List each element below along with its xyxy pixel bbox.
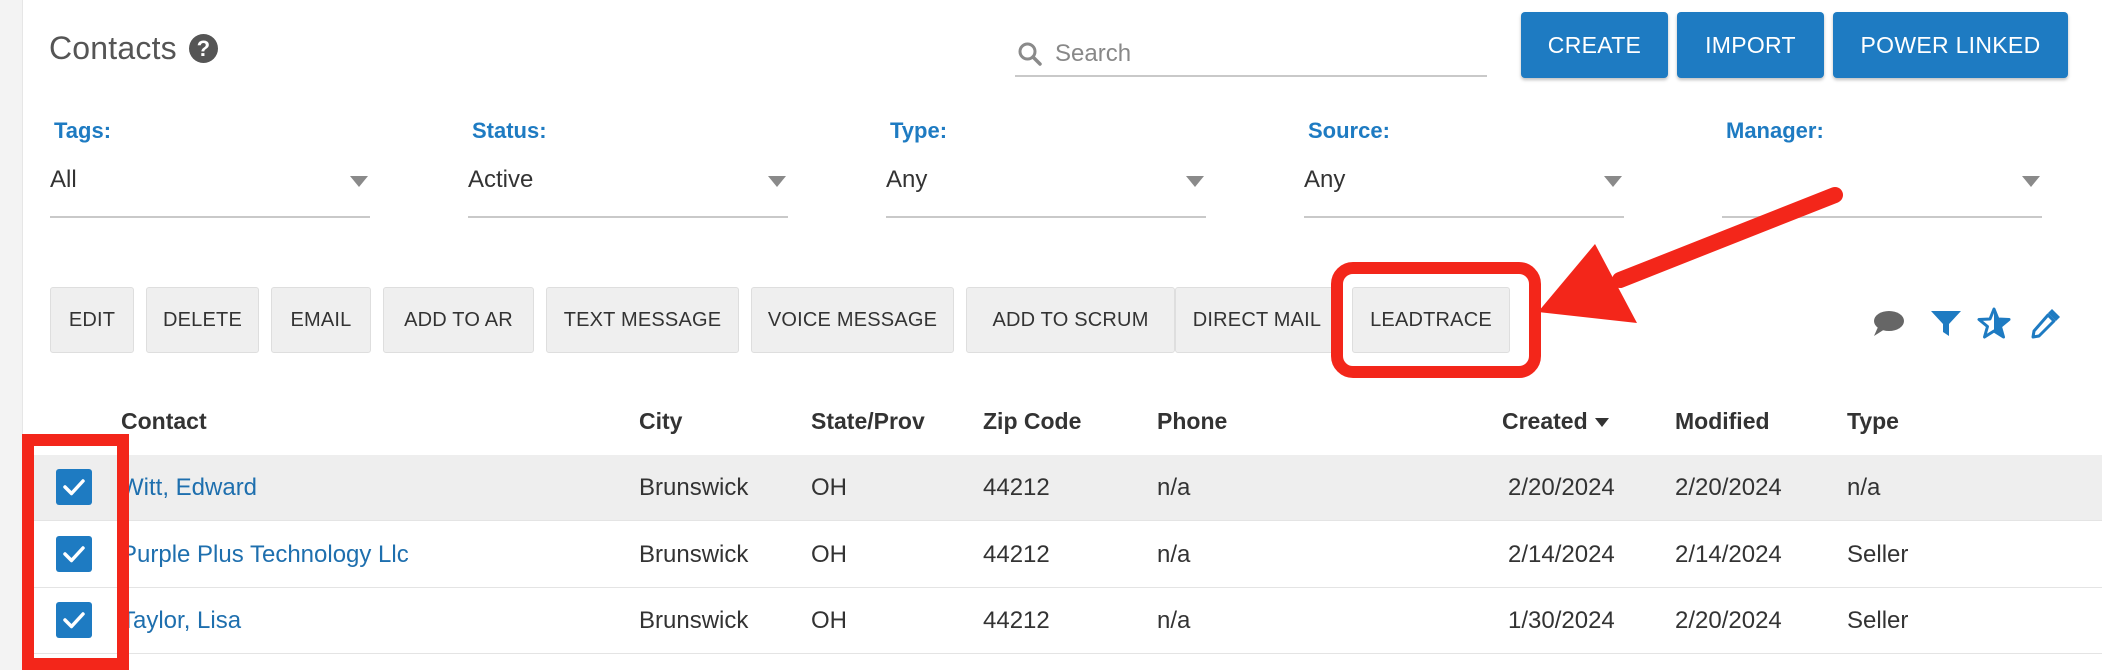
city-cell: Brunswick [639, 474, 749, 501]
column-header-label: Created [1502, 408, 1588, 434]
column-header-modified[interactable]: Modified [1675, 408, 1770, 435]
page-title: Contacts [49, 30, 177, 66]
filter-value: Any [886, 166, 928, 193]
create-button[interactable]: CREATE [1521, 12, 1668, 78]
filter-label: Manager: [1726, 118, 1824, 143]
star-icon[interactable] [1976, 305, 2012, 341]
direct-mail-button[interactable]: DIRECT MAIL [1175, 287, 1339, 353]
search-box [1015, 33, 1487, 77]
column-header-zip[interactable]: Zip Code [983, 408, 1081, 435]
type-cell: n/a [1847, 474, 1881, 501]
phone-cell: n/a [1157, 474, 1191, 501]
column-header-created[interactable]: Created [1502, 408, 1609, 435]
add-to-scrum-button[interactable]: ADD TO SCRUM [966, 287, 1175, 353]
import-button[interactable]: IMPORT [1677, 12, 1824, 78]
help-icon[interactable]: ? [188, 34, 218, 63]
state-cell: OH [811, 474, 847, 501]
type-cell: Seller [1847, 607, 1909, 634]
chat-bubble-icon[interactable] [1870, 305, 1906, 341]
caret-down-icon [2022, 176, 2040, 187]
column-header-contact[interactable]: Contact [121, 408, 207, 435]
email-button[interactable]: EMAIL [271, 287, 371, 353]
zip-cell: 44212 [983, 474, 1050, 501]
search-input[interactable] [1055, 40, 1475, 68]
zip-cell: 44212 [983, 607, 1050, 634]
filter-label: Status: [472, 118, 547, 143]
voice-message-button[interactable]: VOICE MESSAGE [751, 287, 954, 353]
contact-link[interactable]: Taylor, Lisa [121, 607, 241, 635]
type-cell: Seller [1847, 541, 1909, 568]
delete-button[interactable]: DELETE [146, 287, 259, 353]
add-to-ar-button[interactable]: ADD TO AR [383, 287, 534, 353]
status-select[interactable]: Active [468, 166, 788, 218]
filter-value: Active [468, 166, 534, 193]
sort-descending-icon [1594, 418, 1609, 428]
text-message-button[interactable]: TEXT MESSAGE [546, 287, 739, 353]
power-linked-button[interactable]: POWER LINKED [1833, 12, 2068, 78]
filter-status: Status: Active [468, 118, 788, 218]
modified-cell: 2/20/2024 [1675, 607, 1782, 634]
column-header-type[interactable]: Type [1847, 408, 1899, 435]
state-cell: OH [811, 541, 847, 568]
modified-cell: 2/14/2024 [1675, 541, 1782, 568]
column-header-city[interactable]: City [639, 408, 682, 435]
filter-label: Type: [890, 118, 948, 143]
modified-cell: 2/20/2024 [1675, 474, 1782, 501]
edit-button[interactable]: EDIT [50, 287, 134, 353]
phone-cell: n/a [1157, 607, 1191, 634]
filter-icon[interactable] [1928, 305, 1964, 341]
city-cell: Brunswick [639, 607, 749, 634]
eyedropper-icon[interactable] [2028, 305, 2064, 341]
filter-tags: Tags: All [50, 118, 370, 218]
filter-type: Type: Any [886, 118, 1206, 218]
annotation-arrow-icon [1538, 187, 1843, 323]
caret-down-icon [350, 176, 368, 187]
state-cell: OH [811, 607, 847, 634]
contact-link[interactable]: Witt, Edward [121, 474, 257, 502]
city-cell: Brunswick [639, 541, 749, 568]
column-header-phone[interactable]: Phone [1157, 408, 1227, 435]
contact-link[interactable]: Purple Plus Technology Llc [121, 541, 409, 569]
table-row[interactable]: Witt, Edward Brunswick OH 44212 n/a 2/20… [22, 455, 2102, 521]
created-cell: 2/20/2024 [1508, 474, 1615, 501]
type-select[interactable]: Any [886, 166, 1206, 218]
filter-label: Tags: [54, 118, 112, 143]
table-row[interactable]: Taylor, Lisa Brunswick OH 44212 n/a 1/30… [22, 588, 2102, 654]
filter-value: All [50, 166, 77, 193]
zip-cell: 44212 [983, 541, 1050, 568]
table-row[interactable]: Purple Plus Technology Llc Brunswick OH … [22, 522, 2102, 588]
leadtrace-highlight-box [1331, 262, 1541, 378]
phone-cell: n/a [1157, 541, 1191, 568]
checkbox-highlight-box [22, 434, 129, 670]
page-header: Contacts ? [49, 30, 218, 67]
column-header-state[interactable]: State/Prov [811, 408, 925, 435]
filter-value: Any [1304, 166, 1346, 193]
caret-down-icon [768, 176, 786, 187]
tags-select[interactable]: All [50, 166, 370, 218]
caret-down-icon [1186, 176, 1204, 187]
search-icon [1018, 42, 1042, 66]
created-cell: 1/30/2024 [1508, 607, 1615, 634]
created-cell: 2/14/2024 [1508, 541, 1615, 568]
filter-label: Source: [1308, 118, 1390, 143]
